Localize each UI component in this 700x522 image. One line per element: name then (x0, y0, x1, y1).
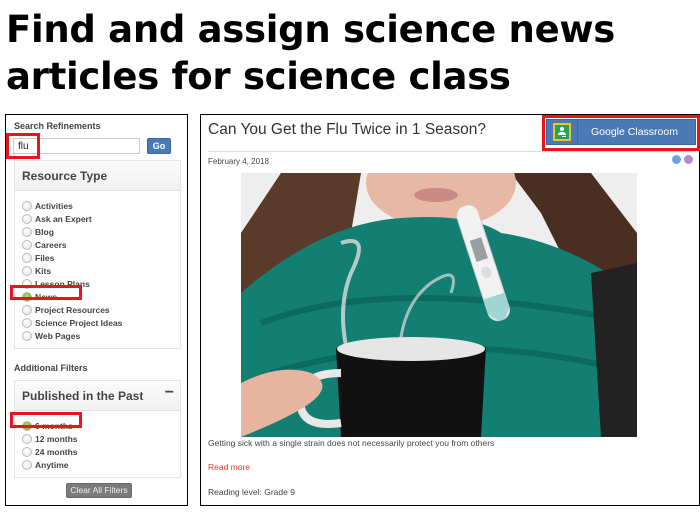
resource-type-header[interactable]: Resource Type (15, 161, 180, 191)
resource-type-option-label: Web Pages (35, 330, 81, 341)
published-option[interactable]: 12 months (22, 432, 180, 445)
published-facet: Published in the Past − 6 months 12 month… (14, 380, 181, 478)
radio-unselected-icon[interactable] (22, 252, 32, 263)
resource-type-option-label: Careers (35, 239, 67, 250)
published-option-label: 24 months (35, 446, 78, 457)
article-date: February 4, 2018 (208, 157, 269, 166)
published-option[interactable]: 6 months (22, 419, 180, 432)
resource-type-title: Resource Type (22, 169, 108, 183)
collapse-minus-icon[interactable]: − (165, 384, 174, 402)
resource-type-option-label: Blog (35, 226, 54, 237)
resource-type-option-label: Kits (35, 265, 52, 276)
article-title[interactable]: Can You Get the Flu Twice in 1 Season? (208, 121, 486, 139)
reading-level: Reading level: Grade 9 (208, 487, 295, 497)
flu-photo-illustration (241, 173, 637, 437)
published-option[interactable]: Anytime (22, 458, 180, 471)
radio-unselected-icon[interactable] (22, 265, 32, 276)
radio-unselected-icon[interactable] (22, 317, 32, 328)
radio-unselected-icon[interactable] (22, 433, 32, 444)
search-refinements-panel: Search Refinements Go Resource Type Acti… (5, 114, 188, 506)
radio-unselected-icon[interactable] (22, 446, 32, 457)
resource-type-option-label: Activities (35, 200, 73, 211)
published-title: Published in the Past (22, 389, 144, 403)
radio-unselected-icon[interactable] (22, 213, 32, 224)
resource-type-options: Activities Ask an Expert Blog Careers Files K… (15, 191, 180, 348)
radio-selected-icon[interactable] (22, 291, 32, 302)
resource-type-option-label: Project Resources (35, 304, 110, 315)
clear-all-filters-button[interactable]: Clear All Filters (66, 483, 132, 498)
radio-unselected-icon[interactable] (22, 330, 32, 341)
published-option[interactable]: 24 months (22, 445, 180, 458)
published-header[interactable]: Published in the Past − (15, 381, 180, 411)
radio-unselected-icon[interactable] (22, 239, 32, 250)
resource-type-option[interactable]: Lesson Plans (22, 277, 180, 290)
headline-line-2: articles for science class (6, 55, 511, 98)
resource-type-option[interactable]: Files (22, 251, 180, 264)
resource-type-option[interactable]: Activities (22, 199, 180, 212)
resource-type-option-label: Ask an Expert (35, 213, 92, 224)
radio-unselected-icon[interactable] (22, 459, 32, 470)
share-icons (672, 155, 693, 164)
resource-type-option[interactable]: Science Project Ideas (22, 316, 180, 329)
published-option-label: 12 months (35, 433, 78, 444)
resource-type-option-label: Science Project Ideas (35, 317, 123, 328)
resource-type-option[interactable]: Web Pages (22, 329, 180, 342)
resource-type-option[interactable]: Project Resources (22, 303, 180, 316)
button-separator (577, 119, 578, 145)
resource-type-option[interactable]: Kits (22, 264, 180, 277)
radio-selected-icon[interactable] (22, 420, 32, 431)
email-icon[interactable] (684, 155, 693, 164)
title-divider (208, 151, 696, 152)
google-classroom-label: Google Classroom (591, 126, 678, 138)
resource-type-option-label: Files (35, 252, 55, 263)
google-classroom-button[interactable]: Google Classroom (546, 119, 696, 145)
radio-unselected-icon[interactable] (22, 226, 32, 237)
page-headline: Find and assign science news articles fo… (6, 6, 696, 100)
published-options: 6 months 12 months 24 months Anytime (15, 411, 180, 477)
resource-type-option[interactable]: Ask an Expert (22, 212, 180, 225)
radio-unselected-icon[interactable] (22, 278, 32, 289)
search-refinements-label: Search Refinements (14, 121, 101, 131)
print-icon[interactable] (672, 155, 681, 164)
article-card: Can You Get the Flu Twice in 1 Season? F… (200, 114, 700, 506)
headline-line-1: Find and assign science news (6, 8, 615, 51)
resource-type-option-label: Lesson Plans (35, 278, 90, 289)
article-image[interactable] (241, 173, 637, 437)
radio-unselected-icon[interactable] (22, 304, 32, 315)
additional-filters-label: Additional Filters (14, 363, 88, 373)
radio-unselected-icon[interactable] (22, 200, 32, 211)
resource-type-facet: Resource Type Activities Ask an Expert Blo… (14, 160, 181, 349)
go-button[interactable]: Go (147, 138, 171, 154)
read-more-link[interactable]: Read more (208, 462, 250, 472)
search-input[interactable] (13, 138, 140, 154)
published-option-label: Anytime (35, 459, 69, 470)
resource-type-option[interactable]: Careers (22, 238, 180, 251)
article-summary: Getting sick with a single strain does n… (208, 438, 495, 448)
resource-type-option[interactable]: Blog (22, 225, 180, 238)
google-classroom-icon (553, 123, 571, 141)
published-option-label: 6 months (35, 420, 73, 431)
resource-type-option[interactable]: News (22, 290, 180, 303)
resource-type-option-label: News (35, 291, 58, 302)
